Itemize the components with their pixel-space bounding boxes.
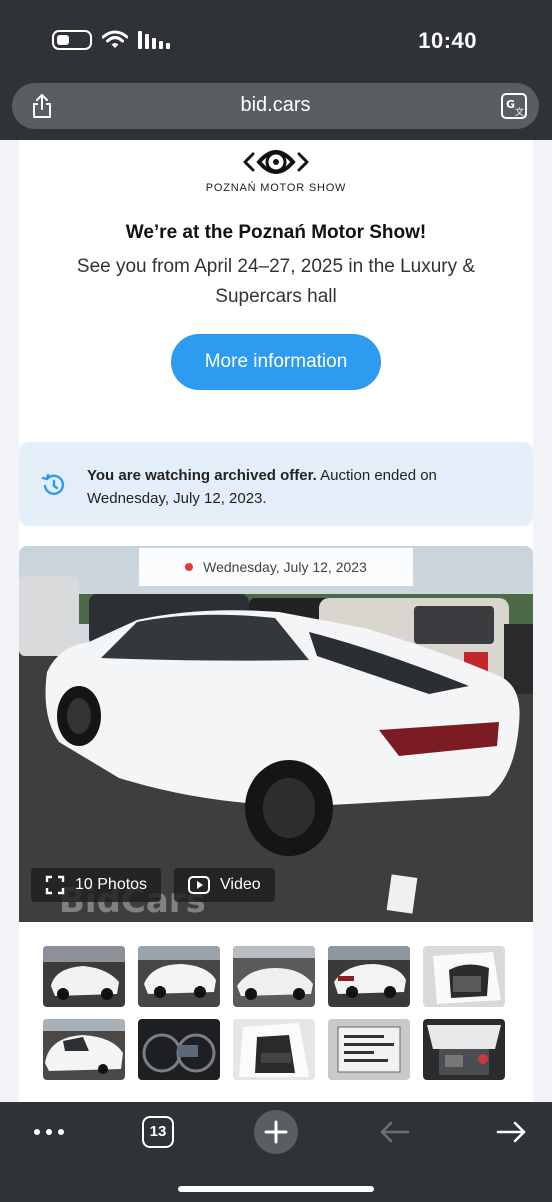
battery-icon — [52, 30, 92, 50]
listing-photo-card: BidCars Wednesday, July 12, 2023 10 Phot… — [19, 546, 533, 1102]
clock: 10:40 — [418, 28, 477, 53]
auction-date: Wednesday, July 12, 2023 — [203, 559, 367, 575]
car-main-photo[interactable]: BidCars — [19, 546, 533, 922]
archive-message: You are watching archived offer. Auction… — [87, 464, 515, 510]
translate-icon[interactable]: G 文 — [501, 93, 527, 119]
promo-subtitle: See you from April 24–27, 2025 in the Lu… — [76, 256, 476, 307]
photo-thumbnail[interactable] — [328, 1019, 410, 1080]
thumbnail-grid — [43, 946, 513, 1080]
archived-offer-notice: You are watching archived offer. Auction… — [19, 442, 533, 526]
photos-button[interactable]: 10 Photos — [31, 868, 162, 902]
photo-thumbnail[interactable] — [233, 1019, 315, 1080]
photo-thumbnail[interactable] — [233, 946, 315, 1007]
video-play-icon — [188, 876, 210, 894]
archive-message-bold: You are watching archived offer. — [87, 467, 317, 484]
video-button-label: Video — [220, 876, 261, 893]
address-bar[interactable]: bid.cars G 文 — [12, 83, 539, 129]
video-button[interactable]: Video — [174, 868, 275, 902]
photo-thumbnail[interactable] — [423, 1019, 505, 1080]
photo-thumbnail[interactable] — [423, 946, 505, 1007]
status-icons — [52, 30, 170, 50]
photos-button-label: 10 Photos — [75, 876, 148, 893]
photo-thumbnail[interactable] — [138, 1019, 220, 1080]
more-information-button[interactable]: More information — [171, 334, 381, 390]
logo-text: POZNAŃ MOTOR SHOW — [205, 182, 347, 194]
photo-thumbnail[interactable] — [328, 946, 410, 1007]
photo-thumbnail[interactable] — [43, 1019, 125, 1080]
auction-date-badge: Wednesday, July 12, 2023 — [139, 548, 413, 586]
photo-thumbnail[interactable] — [138, 946, 220, 1007]
web-page: POZNAŃ MOTOR SHOW We’re at the Poznań Mo… — [0, 140, 552, 1102]
svg-text:文: 文 — [515, 106, 524, 118]
back-arrow-icon[interactable] — [378, 1120, 410, 1144]
home-indicator — [178, 1186, 374, 1192]
promo-title: We’re at the Poznań Motor Show! — [125, 222, 427, 243]
svg-text:G: G — [506, 98, 515, 111]
wifi-icon — [102, 30, 128, 48]
fullscreen-icon — [45, 875, 65, 895]
more-options-icon[interactable] — [33, 1128, 65, 1136]
photo-thumbnail[interactable] — [43, 946, 125, 1007]
status-bar: 10:40 — [0, 0, 552, 80]
status-dot-icon — [185, 563, 194, 571]
tabs-button[interactable]: 13 — [142, 1116, 174, 1148]
new-tab-icon[interactable] — [254, 1110, 298, 1154]
url-text[interactable]: bid.cars — [12, 94, 539, 117]
signal-icon — [138, 31, 170, 49]
forward-arrow-icon[interactable] — [496, 1120, 528, 1144]
history-icon — [41, 473, 65, 495]
